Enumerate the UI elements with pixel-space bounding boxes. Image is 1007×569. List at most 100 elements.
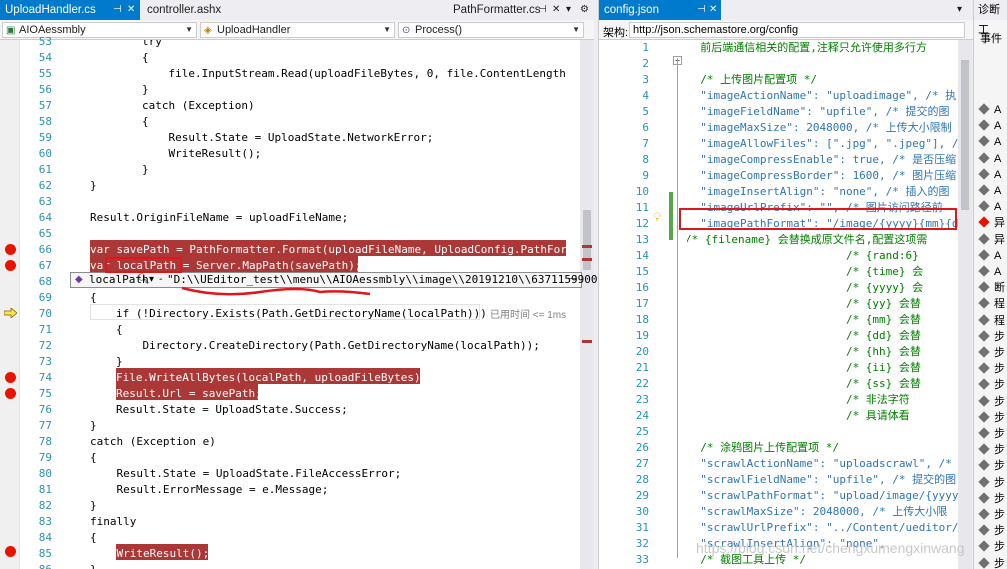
pin-icon[interactable]: - bbox=[159, 273, 163, 287]
event-diamond-icon bbox=[978, 443, 990, 455]
pin-icon[interactable]: ⊣ bbox=[538, 0, 547, 20]
code-line: /* 具请体看 bbox=[687, 409, 910, 422]
line-number: 85 bbox=[38, 547, 52, 560]
event-item[interactable]: 步 bbox=[978, 361, 1005, 377]
member-dropdown[interactable]: ⊙ Process() ▼ bbox=[398, 22, 584, 38]
schema-input[interactable]: http://json.schemastore.org/config bbox=[629, 22, 965, 38]
line-number: 27 bbox=[635, 457, 649, 470]
event-item[interactable]: 异 bbox=[978, 232, 1005, 248]
vertical-scrollbar[interactable] bbox=[580, 40, 594, 569]
event-item[interactable]: 步 bbox=[978, 410, 1005, 426]
event-item[interactable]: 步 bbox=[978, 458, 1005, 474]
tab-controller[interactable]: controller.ashx bbox=[142, 0, 252, 20]
code-line: /* 非法字符 bbox=[687, 393, 910, 406]
tab-config-json[interactable]: config.json ⊣ ✕ bbox=[599, 0, 721, 20]
line-number: 82 bbox=[38, 499, 52, 512]
event-item[interactable]: A bbox=[978, 183, 1001, 199]
code-viewport[interactable]: 53 54 55 56 57 58 59 60 61 62 63 64 65 66 67 68 69 70 71 72… bbox=[0, 35, 580, 569]
code-line: Directory.CreateDirectory(Path.GetDirect… bbox=[116, 339, 540, 352]
gear-icon[interactable]: ⚙ bbox=[580, 0, 589, 20]
code-line: /* {mm} 会替 bbox=[687, 313, 921, 326]
line-number: 55 bbox=[38, 67, 52, 80]
line-number: 21 bbox=[635, 361, 649, 374]
line-number: 33 bbox=[635, 553, 649, 566]
line-number: 63 bbox=[38, 195, 52, 208]
event-item[interactable]: 步 bbox=[978, 491, 1005, 507]
line-number: 59 bbox=[38, 131, 52, 144]
event-item[interactable]: A bbox=[978, 151, 1001, 167]
event-item[interactable]: A bbox=[978, 134, 1001, 150]
line-number: 15 bbox=[635, 265, 649, 278]
code-text[interactable]: 前后端通信相关的配置,注释只允许使用多行方 /* 上传图片配置项 */ "ima… bbox=[687, 40, 958, 569]
event-item[interactable]: A bbox=[978, 248, 1001, 264]
code-line: "scrawlPathFormat": "upload/image/{yyyy} bbox=[687, 489, 958, 502]
change-indicator bbox=[669, 192, 673, 240]
code-line: /* {yy} 会替 bbox=[687, 297, 921, 310]
event-item[interactable]: 步 bbox=[978, 394, 1005, 410]
code-line: "imageInsertAlign": "none", /* 插入的图 bbox=[687, 185, 950, 198]
tab-uploadhandler[interactable]: UploadHandler.cs ⊣ ✕ bbox=[0, 0, 140, 20]
tab-pathformatter[interactable]: PathFormatter.cs ⊣ ✕ ▾ ⚙ bbox=[448, 0, 594, 20]
scroll-thumb[interactable] bbox=[583, 210, 591, 270]
chevron-down-icon[interactable]: ▾ bbox=[149, 273, 154, 287]
event-item[interactable]: 步 bbox=[978, 523, 1005, 539]
class-dropdown[interactable]: ◈ UploadHandler ▼ bbox=[200, 22, 395, 38]
scroll-thumb[interactable] bbox=[961, 60, 969, 210]
magnifier-icon[interactable]: 🔍︎ bbox=[137, 273, 150, 287]
event-item[interactable]: 步 bbox=[978, 377, 1005, 393]
event-item[interactable]: A bbox=[978, 167, 1001, 183]
close-icon[interactable]: ✕ bbox=[552, 0, 560, 20]
event-label: 步 bbox=[994, 379, 1005, 392]
event-label: 断 bbox=[994, 282, 1005, 295]
event-diamond-icon bbox=[978, 411, 990, 423]
event-item[interactable]: 步 bbox=[978, 329, 1005, 345]
event-item[interactable]: 步 bbox=[978, 539, 1005, 555]
close-icon[interactable]: ✕ bbox=[127, 0, 135, 20]
close-icon[interactable]: ✕ bbox=[709, 0, 717, 20]
event-item[interactable]: A bbox=[978, 118, 1001, 134]
project-dropdown[interactable]: ▣ AIOAessmbly ▼ bbox=[2, 22, 197, 38]
variable-icon: ◆ bbox=[75, 274, 83, 285]
line-number: 79 bbox=[38, 451, 52, 464]
lightbulb-icon[interactable]: 💡︎ bbox=[653, 210, 661, 225]
event-item[interactable]: 程 bbox=[978, 313, 1005, 329]
event-item[interactable]: 步 bbox=[978, 475, 1005, 491]
event-item[interactable]: A bbox=[978, 199, 1001, 215]
event-label: 步 bbox=[994, 347, 1005, 359]
event-item[interactable]: 程 bbox=[978, 296, 1005, 312]
event-item[interactable]: 步 bbox=[978, 442, 1005, 458]
vertical-scrollbar[interactable] bbox=[958, 40, 972, 569]
line-number: 70 bbox=[38, 307, 52, 320]
pin-icon[interactable]: ⊣ bbox=[113, 0, 122, 20]
event-item[interactable]: A bbox=[978, 102, 1001, 118]
events-tab[interactable]: 事件 bbox=[974, 30, 1007, 46]
event-item[interactable]: 步 bbox=[978, 507, 1005, 523]
change-margin bbox=[669, 40, 673, 569]
line-number: 77 bbox=[38, 419, 52, 432]
line-number: 64 bbox=[38, 211, 52, 224]
event-item[interactable]: A bbox=[978, 264, 1001, 280]
event-item[interactable]: 断 bbox=[978, 280, 1005, 296]
code-line: { bbox=[142, 51, 149, 64]
tab-overflow[interactable]: ▾ bbox=[949, 0, 973, 20]
code-line: "scrawlFieldName": "upfile", /* 提交的图 bbox=[687, 473, 957, 486]
code-line: Result.State = UploadState.FileAccessErr… bbox=[90, 467, 402, 480]
event-item[interactable]: 步 bbox=[978, 345, 1005, 361]
code-line: Result.OriginFileName = uploadFileName; bbox=[90, 211, 349, 224]
event-item[interactable]: 步 bbox=[978, 556, 1005, 569]
event-diamond-icon bbox=[978, 394, 990, 407]
pin-icon[interactable]: ⊣ bbox=[697, 0, 706, 20]
event-diamond-icon bbox=[978, 524, 990, 536]
line-number: 30 bbox=[635, 505, 649, 518]
event-item[interactable]: 异 bbox=[978, 215, 1005, 231]
chevron-down-icon[interactable]: ▾ bbox=[957, 0, 962, 20]
line-number: 61 bbox=[38, 163, 52, 176]
diagnostic-tools-pane: 诊断工 事件 AAAAAAA异异AA断程程步步步步步步步步步步步步步步步步 bbox=[973, 0, 1007, 569]
line-number: 25 bbox=[635, 425, 649, 438]
line-number: 2 bbox=[642, 57, 649, 70]
event-diamond-icon bbox=[978, 362, 990, 374]
tab-overflow-icon[interactable]: ▾ bbox=[566, 0, 571, 20]
pin-datatip-icon[interactable]: ⊣ bbox=[568, 273, 577, 287]
code-text[interactable]: try { file.InputStream.Read(uploadFileByt… bbox=[80, 40, 566, 569]
event-item[interactable]: 步 bbox=[978, 426, 1005, 442]
